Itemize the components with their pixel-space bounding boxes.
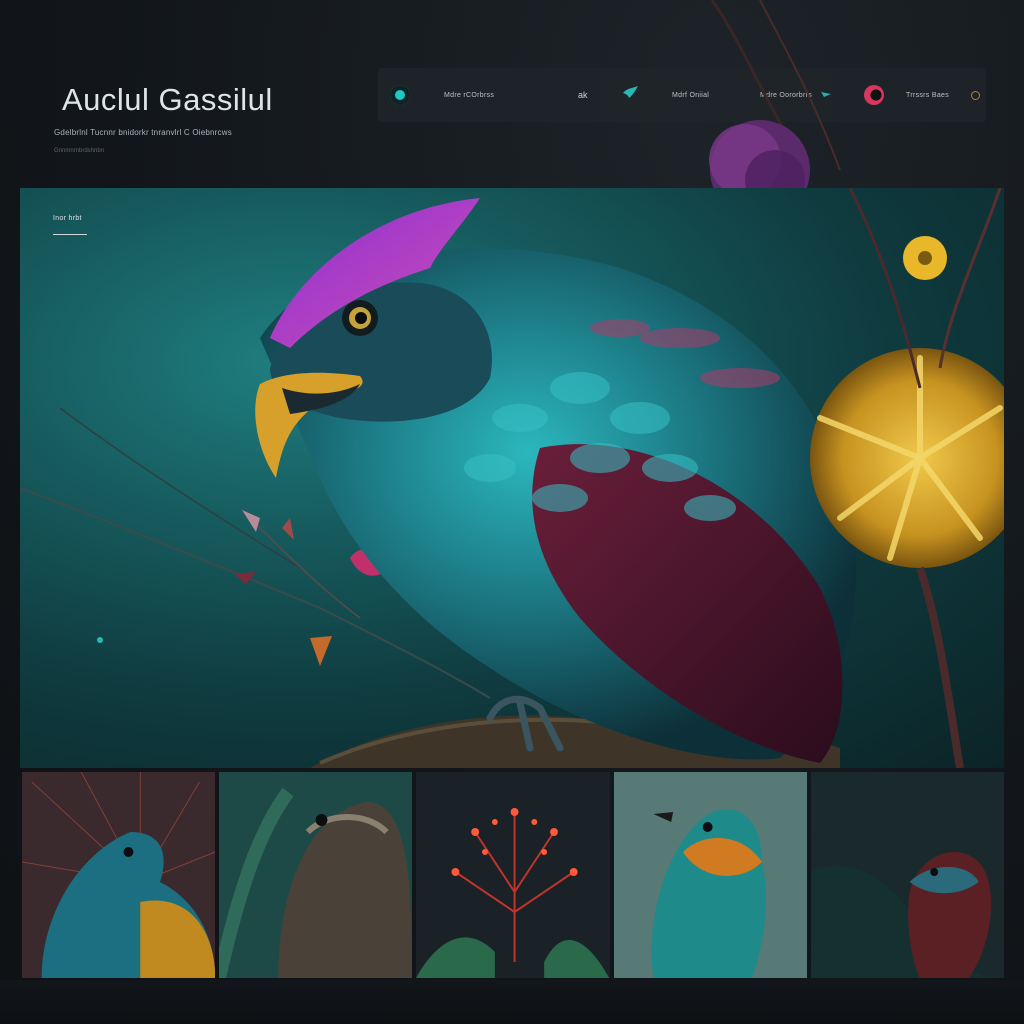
owl-thumb[interactable]	[219, 772, 413, 978]
dark-bird-thumb[interactable]	[810, 772, 1005, 978]
owl-image	[219, 772, 413, 978]
footer-shadow	[0, 980, 1024, 1024]
red-bloom-image	[416, 772, 610, 978]
orange-bird-image	[613, 772, 807, 978]
page: Auclul Gassilul Gdelbrlnl Tucnnr bnidork…	[0, 0, 1024, 1024]
red-bloom-thumb[interactable]	[416, 772, 610, 978]
hero-artwork	[20, 188, 1004, 768]
hero-banner: Inor hrbt	[20, 188, 1004, 768]
hero-label[interactable]: Inor hrbt	[53, 215, 82, 222]
thumbnail-gallery	[22, 772, 1005, 978]
hero-label-underline	[53, 234, 87, 235]
top-branches-art	[709, 0, 841, 200]
peacock-bird-thumb[interactable]	[22, 772, 216, 978]
orange-bird-thumb[interactable]	[613, 772, 807, 978]
peacock-bird-image	[22, 772, 216, 978]
dark-bird-image	[810, 772, 1005, 978]
